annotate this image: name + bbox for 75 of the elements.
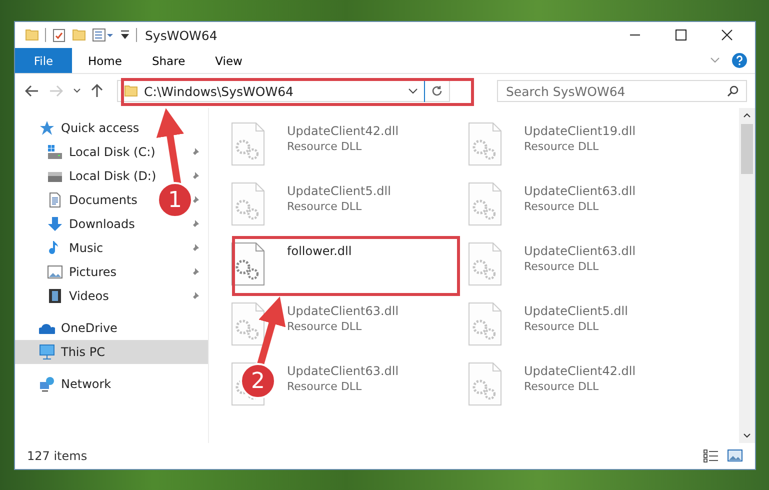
nav-item[interactable]: Local Disk (C:) (15, 140, 162, 164)
gear-file-icon (468, 362, 502, 406)
scroll-up-icon[interactable] (743, 112, 751, 118)
file-type: Resource DLL (287, 320, 363, 333)
file-type: Resource DLL (287, 200, 363, 213)
file-name[interactable]: UpdateClient63.dll (287, 364, 399, 378)
drive-icon (47, 144, 63, 160)
nav-item[interactable]: Pictures (15, 260, 123, 284)
nav-item[interactable]: Music (15, 236, 110, 260)
gear-file-icon (231, 122, 265, 166)
dropdown-icon[interactable] (120, 29, 130, 41)
gear-file-icon (468, 302, 502, 346)
search-field[interactable]: Search SysWOW64 (497, 80, 747, 102)
refresh-icon[interactable] (431, 85, 443, 97)
network-icon (39, 376, 55, 392)
gear-file-icon (468, 122, 502, 166)
gear-file-icon (468, 182, 502, 226)
back-arrow-icon[interactable] (25, 85, 39, 97)
file-name[interactable]: UpdateClient63.dll (287, 304, 399, 318)
search-icon[interactable] (727, 85, 739, 97)
vertical-scrollbar[interactable] (739, 108, 755, 443)
nav-item[interactable]: OneDrive (15, 316, 124, 340)
gear-file-icon (468, 242, 502, 286)
item-count: 127 items (27, 449, 88, 463)
file-type: Resource DLL (524, 200, 600, 213)
file-name[interactable]: UpdateClient63.dll (524, 244, 636, 258)
ribbon-tab[interactable]: Share (138, 48, 200, 73)
download-arrow-icon (47, 216, 63, 232)
scroll-down-icon[interactable] (743, 433, 751, 439)
gear-file-icon (231, 182, 265, 226)
nav-item[interactable]: Videos (15, 284, 115, 308)
file-name[interactable]: UpdateClient19.dll (524, 124, 636, 138)
file-tab[interactable]: File (15, 48, 72, 73)
file-type: Resource DLL (524, 380, 600, 393)
window-title: SysWOW64 (145, 28, 218, 42)
properties-icon[interactable] (92, 28, 114, 42)
details-view-icon[interactable] (703, 449, 719, 463)
maximize-icon[interactable] (675, 29, 687, 41)
file-type: Resource DLL (287, 380, 363, 393)
file-type: Resource DLL (524, 140, 600, 153)
nav-item[interactable]: Quick access (15, 116, 146, 140)
dropdown-icon[interactable] (408, 88, 418, 94)
file-type: Resource DLL (287, 140, 363, 153)
nav-item[interactable]: This PC (15, 340, 208, 364)
file-name[interactable]: UpdateClient42.dll (287, 124, 399, 138)
picture-icon (47, 264, 63, 280)
file-name[interactable]: UpdateClient5.dll (524, 304, 628, 318)
nav-item[interactable]: Downloads (15, 212, 141, 236)
monitor-icon (39, 344, 55, 360)
file-name[interactable]: UpdateClient63.dll (524, 184, 636, 198)
ribbon-tab[interactable]: View (201, 48, 256, 73)
nav-item[interactable]: Network (15, 372, 118, 396)
annotation-arrow (256, 296, 286, 367)
file-name[interactable]: UpdateClient42.dll (524, 364, 636, 378)
star-icon (39, 120, 55, 136)
gear-file-icon (231, 302, 265, 346)
file-type: Resource DLL (524, 260, 600, 273)
file-type: Resource DLL (524, 320, 600, 333)
nav-item[interactable]: Documents (15, 188, 144, 212)
file-name[interactable]: UpdateClient5.dll (287, 184, 391, 198)
ribbon-tab[interactable]: Home (74, 48, 136, 73)
document-icon (47, 192, 63, 208)
address-bar[interactable]: C:\Windows\SysWOW64 (117, 80, 450, 102)
up-arrow-icon[interactable] (91, 84, 103, 98)
recent-dropdown-icon[interactable] (73, 88, 81, 94)
film-icon (47, 288, 63, 304)
file-name[interactable]: follower.dll (287, 244, 352, 258)
gear-file-icon (231, 242, 265, 286)
chevron-icon[interactable] (710, 57, 720, 64)
checklist-icon[interactable] (52, 28, 66, 42)
help-icon[interactable] (732, 53, 747, 68)
scroll-thumb[interactable] (741, 124, 753, 174)
folder-icon (124, 85, 138, 97)
large-icons-view-icon[interactable] (727, 449, 743, 463)
close-icon[interactable] (721, 29, 733, 41)
